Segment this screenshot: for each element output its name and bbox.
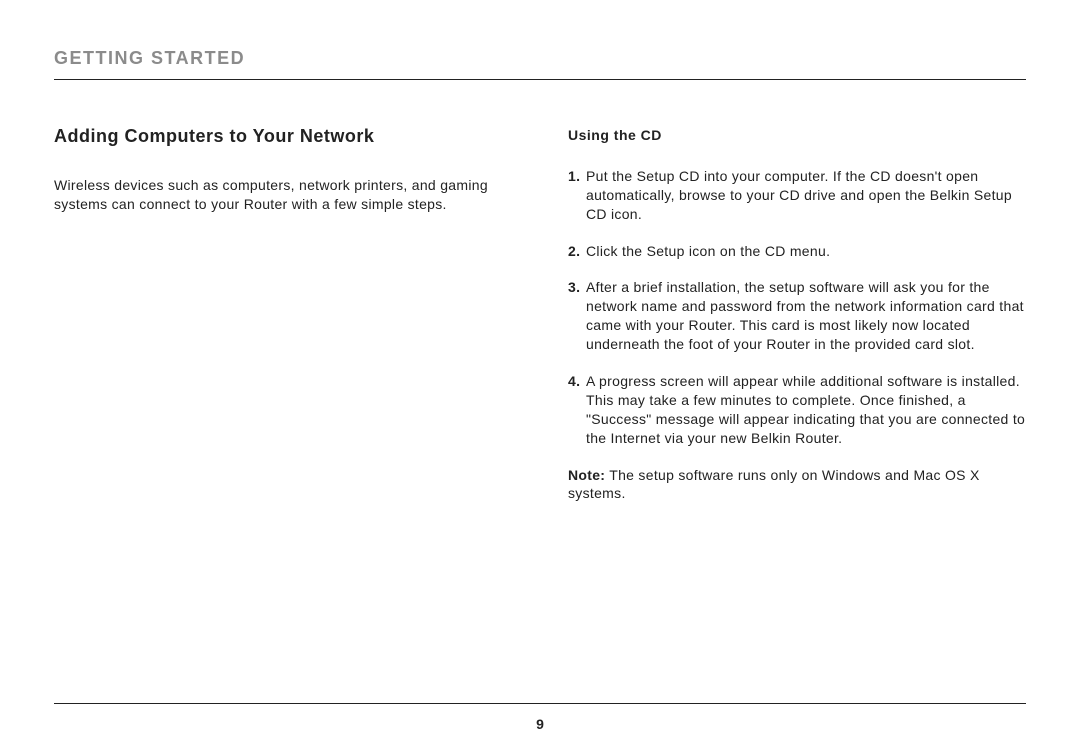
- step-text: Click the Setup icon on the CD menu.: [586, 242, 1026, 261]
- step-number: 3.: [568, 278, 586, 354]
- right-column: Using the CD 1. Put the Setup CD into yo…: [568, 124, 1026, 691]
- note-label: Note:: [568, 467, 605, 483]
- step-number: 1.: [568, 167, 586, 224]
- document-page: GETTING STARTED Adding Computers to Your…: [0, 0, 1080, 756]
- footer: 9: [54, 703, 1026, 732]
- subheading: Using the CD: [568, 126, 1026, 145]
- note-text: The setup software runs only on Windows …: [568, 467, 980, 502]
- page-number: 9: [536, 716, 544, 732]
- page-title: Adding Computers to Your Network: [54, 124, 512, 148]
- step-item: 2. Click the Setup icon on the CD menu.: [568, 242, 1026, 261]
- step-item: 1. Put the Setup CD into your computer. …: [568, 167, 1026, 224]
- step-item: 3. After a brief installation, the setup…: [568, 278, 1026, 354]
- step-text: Put the Setup CD into your computer. If …: [586, 167, 1026, 224]
- note-paragraph: Note: The setup software runs only on Wi…: [568, 466, 1026, 504]
- content-columns: Adding Computers to Your Network Wireles…: [54, 124, 1026, 691]
- step-number: 4.: [568, 372, 586, 448]
- steps-list: 1. Put the Setup CD into your computer. …: [568, 167, 1026, 448]
- section-header: GETTING STARTED: [54, 48, 1026, 80]
- intro-paragraph: Wireless devices such as computers, netw…: [54, 176, 494, 214]
- step-item: 4. A progress screen will appear while a…: [568, 372, 1026, 448]
- left-column: Adding Computers to Your Network Wireles…: [54, 124, 512, 691]
- step-text: A progress screen will appear while addi…: [586, 372, 1026, 448]
- step-text: After a brief installation, the setup so…: [586, 278, 1026, 354]
- step-number: 2.: [568, 242, 586, 261]
